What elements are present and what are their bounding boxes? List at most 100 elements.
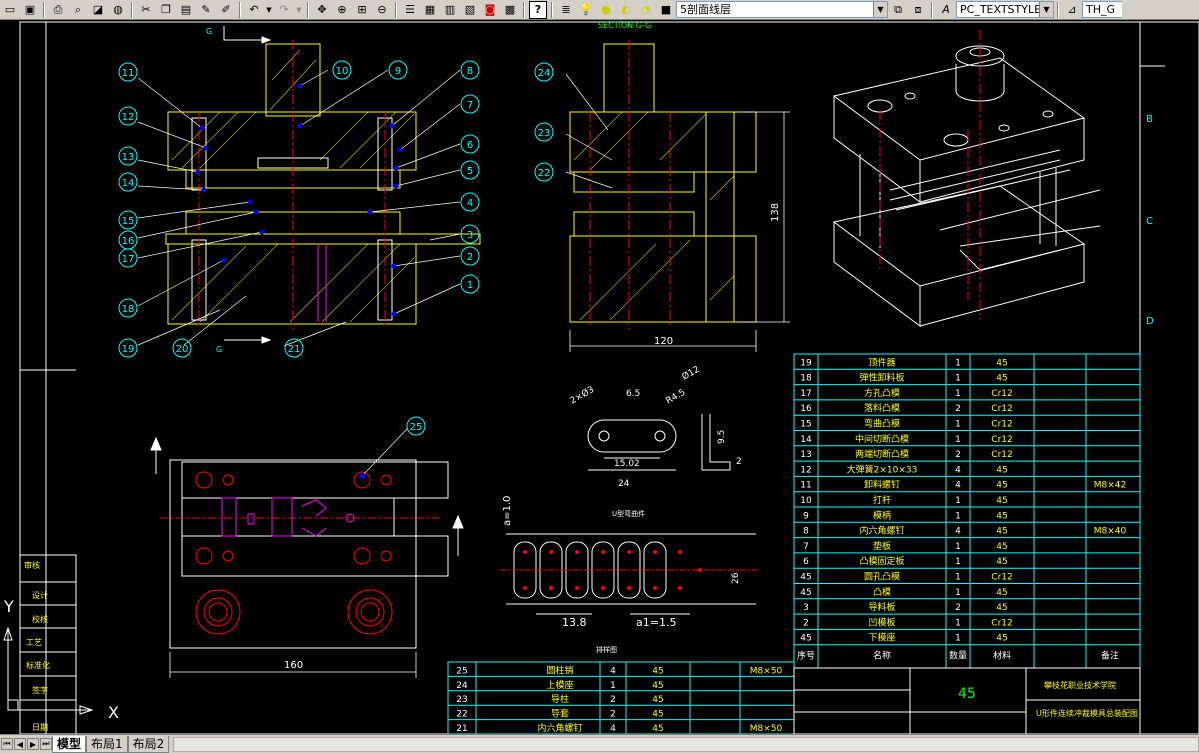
bom-cell: 45 [996, 603, 1007, 613]
text-style-dropdown[interactable]: PC_TEXTSTYLE ▼ [956, 1, 1054, 18]
bom-cell: 45 [996, 527, 1007, 537]
bom-cell: 1 [955, 358, 961, 368]
cut-icon[interactable]: ✂ [137, 1, 155, 19]
prev-tab-icon[interactable]: ◀ [14, 738, 26, 750]
bom-cell: 45 [800, 573, 811, 583]
layer-dropdown[interactable]: 5剖面线层 ▼ [676, 1, 888, 18]
calculator-icon[interactable]: ▩ [501, 1, 519, 19]
first-tab-icon[interactable]: ⏮ [1, 738, 13, 750]
layer-color-icon[interactable]: ■ [657, 1, 675, 19]
publish-icon[interactable]: ◪ [89, 1, 107, 19]
zone-letter: B [1146, 114, 1153, 125]
bom-cell: Cr12 [991, 420, 1012, 430]
dim-style-dropdown[interactable]: TH_G [1082, 1, 1122, 18]
bom-cell: 45 [996, 374, 1007, 384]
dim-style-name: TH_G [1086, 3, 1116, 16]
zone-letter: C [1146, 216, 1153, 227]
dim-style-icon[interactable]: ⊿ [1063, 1, 1081, 19]
bom-cell: 45 [652, 724, 663, 734]
make-current-layer-icon[interactable]: ⧉ [889, 1, 907, 19]
bom-cell: 垫板 [873, 540, 891, 552]
tab-model[interactable]: 模型 [52, 735, 87, 753]
bom-cell: 方孔凸模 [864, 387, 900, 399]
text-style-icon[interactable]: A [937, 1, 955, 19]
layer-on-icon[interactable]: 💡 [577, 1, 595, 19]
bom-cell: 4 [955, 481, 961, 491]
sheet-zone-letters: B C D [1146, 114, 1154, 327]
dropdown-arrow-icon: ▼ [1039, 2, 1053, 17]
print-icon[interactable]: ⎙ [49, 1, 67, 19]
bom-cell: M8×50 [750, 724, 783, 734]
bom-cell: 24 [456, 681, 468, 691]
bom-cell: 45 [652, 695, 663, 705]
bom-cell: 凹模板 [868, 616, 895, 628]
zoom-window-icon[interactable]: ⊞ [353, 1, 371, 19]
balloon-number: 3 [467, 230, 473, 241]
bom-cell: 2 [610, 695, 616, 705]
bom-cell: 1 [955, 557, 961, 567]
sheet-set-icon[interactable]: ▧ [461, 1, 479, 19]
balloon-number: 14 [122, 178, 135, 189]
layer-viewport-icon[interactable]: ◐ [617, 1, 635, 19]
design-center-icon[interactable]: ▦ [421, 1, 439, 19]
dropdown-arrow-icon[interactable]: ▼ [265, 1, 273, 19]
markup-icon[interactable]: ◙ [481, 1, 499, 19]
bom-cell: 4 [610, 724, 616, 734]
dimension-text: 6.5 [626, 389, 640, 399]
bom-cell: 22 [456, 710, 467, 720]
bom-cell: 大弹簧2×10×33 [847, 463, 918, 475]
isometric-view [832, 45, 1101, 327]
web-icon[interactable]: ◍ [109, 1, 127, 19]
frame-label: 校核 [32, 614, 48, 624]
zoom-previous-icon[interactable]: ⊖ [373, 1, 391, 19]
bom-cell: 11 [800, 481, 811, 491]
part-drawing: 2×Ø3 6.5 R4.5 Ø12 15.02 24 9.5 2 U型弯曲件 [568, 364, 742, 518]
bom-cell: 上模座 [546, 679, 573, 691]
pan-icon[interactable]: ✥ [313, 1, 331, 19]
preview-icon[interactable]: ⌕ [69, 1, 87, 19]
drawing-title: U形件连续冲裁模具总装配图 [1036, 708, 1138, 718]
properties-icon[interactable]: ☰ [401, 1, 419, 19]
tab-layout1[interactable]: 布局1 [86, 735, 128, 753]
layer-manager-icon[interactable]: ≣ [557, 1, 575, 19]
tool-palette-icon[interactable]: ▥ [441, 1, 459, 19]
save-icon[interactable]: ▣ [21, 1, 39, 19]
bom-table-bottom: 25 圆柱销 4 45 M8×50 24 上模座 1 45 23 导柱 2 45 22 导套 2 45 21 内六角… [447, 661, 795, 735]
bom-cell: 1 [955, 588, 961, 598]
bom-cell: 两端切断凸模 [855, 448, 909, 460]
copy-icon[interactable]: ❐ [157, 1, 175, 19]
next-tab-icon[interactable]: ▶ [27, 738, 39, 750]
bom-cell: 卸料螺钉 [864, 479, 900, 491]
layer-previous-icon[interactable]: ⧈ [909, 1, 927, 19]
bom-cell: 打杆 [873, 494, 891, 506]
bom-cell: 2 [955, 404, 961, 414]
dropdown-arrow-icon[interactable]: ▼ [295, 1, 303, 19]
dimension-text: 2 [736, 457, 742, 467]
paste-icon[interactable]: ▤ [177, 1, 195, 19]
tab-layout2[interactable]: 布局2 [127, 735, 170, 753]
drawing-canvas[interactable]: B C D 审核 设计 校核 工艺 标准化 签字 日期 Y X G G 11 1… [0, 20, 1199, 735]
bom-cell: Cr12 [991, 450, 1012, 460]
new-file-icon[interactable]: ▭ [1, 1, 19, 19]
horizontal-scrollbar[interactable] [173, 736, 1199, 752]
bom-cell: Cr12 [991, 435, 1012, 445]
bom-cell: 13 [800, 450, 811, 460]
bom-cell: 45 [800, 588, 811, 598]
zoom-realtime-icon[interactable]: ⊕ [333, 1, 351, 19]
balloon-number: 20 [176, 344, 189, 355]
layer-lock-icon[interactable]: ◔ [637, 1, 655, 19]
bom-cell: 落料凸模 [864, 402, 900, 414]
bom-cell: 15 [800, 420, 811, 430]
redo-icon[interactable]: ↷ [275, 1, 293, 19]
balloon-number: 18 [122, 304, 135, 315]
last-tab-icon[interactable]: ⏭ [40, 738, 52, 750]
help-icon[interactable]: ? [529, 0, 547, 19]
bom-cell: 45 [996, 634, 1007, 644]
match-prop-icon[interactable]: ✎ [197, 1, 215, 19]
block-edit-icon[interactable]: ✐ [217, 1, 235, 19]
bom-cell: M8×40 [1094, 527, 1127, 537]
undo-icon[interactable]: ↶ [245, 1, 263, 19]
bom-cell: 弹性卸料板 [859, 372, 904, 384]
bom-cell: 圆柱销 [546, 664, 573, 676]
layer-freeze-icon[interactable]: ● [597, 1, 615, 19]
